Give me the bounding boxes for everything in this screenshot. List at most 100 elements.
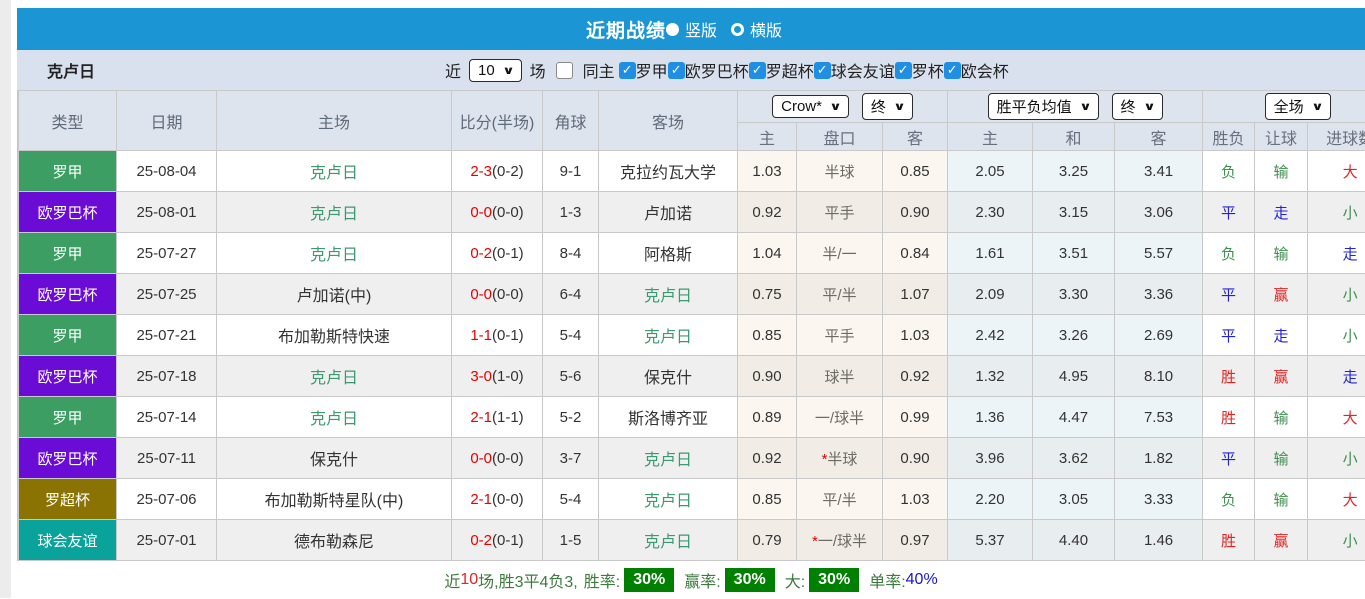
col-header-score: 比分(半场) — [452, 91, 543, 151]
league-badge: 欧罗巴杯 — [19, 192, 117, 233]
ah-home-odds: 0.75 — [738, 274, 797, 315]
scope-select[interactable]: 全场 ∨ — [1265, 93, 1331, 120]
eu-draw-odds: 3.05 — [1033, 479, 1115, 520]
half-time-score: (0-1) — [492, 245, 524, 262]
match-date: 25-07-27 — [117, 233, 217, 274]
result-handicap: 输 — [1255, 233, 1308, 274]
away-team: 克拉约瓦大学 — [599, 151, 738, 192]
table-row: 罗甲25-07-27克卢日0-2(0-1)8-4阿格斯1.04半/一0.841.… — [19, 233, 1365, 274]
home-team[interactable]: 克卢日 — [217, 233, 452, 274]
league-checkbox[interactable]: ✓ — [895, 62, 912, 79]
ah-away-odds: 0.85 — [883, 151, 948, 192]
eu-draw-odds: 3.15 — [1033, 192, 1115, 233]
table-row: 欧罗巴杯25-07-25卢加诺(中)0-0(0-0)6-4克卢日0.75平/半1… — [19, 274, 1365, 315]
result-goals: 大 — [1308, 397, 1365, 438]
eu-draw-odds: 3.30 — [1033, 274, 1115, 315]
handicap-stage-select[interactable]: 终 ∨ — [862, 93, 913, 120]
away-team[interactable]: 克卢日 — [599, 274, 738, 315]
away-team[interactable]: 克卢日 — [599, 479, 738, 520]
ah-line: 球半 — [797, 356, 883, 397]
home-team[interactable]: 克卢日 — [217, 192, 452, 233]
european-stage-select[interactable]: 终 ∨ — [1112, 93, 1163, 120]
home-team: 德布勒森尼 — [217, 520, 452, 561]
handicap-rate-badge: 30% — [725, 568, 775, 592]
match-date: 25-08-01 — [117, 192, 217, 233]
match-count-select[interactable]: 10 ∨ — [469, 59, 522, 82]
same-home-checkbox[interactable] — [556, 62, 573, 79]
chevron-down-icon: ∨ — [1143, 100, 1156, 113]
away-team[interactable]: 克卢日 — [599, 520, 738, 561]
half-time-score: (0-1) — [492, 327, 524, 344]
subcol-handicap-result: 让球 — [1255, 123, 1308, 151]
vertical-layout-radio[interactable] — [666, 23, 679, 36]
corners: 1-3 — [543, 192, 599, 233]
horizontal-layout-label[interactable]: 横版 — [750, 17, 782, 41]
ah-home-odds: 0.90 — [738, 356, 797, 397]
ah-home-odds: 1.03 — [738, 151, 797, 192]
ah-line: 半球 — [797, 151, 883, 192]
recent-results-panel: 近期战绩 竖版 横版 克卢日 近 10 ∨ 场 同主 ✓罗甲✓欧罗巴杯✓罗超杯✓… — [17, 8, 1365, 599]
home-team[interactable]: 克卢日 — [217, 151, 452, 192]
league-badge: 罗甲 — [19, 233, 117, 274]
ah-away-odds: 1.07 — [883, 274, 948, 315]
scope-value: 全场 — [1274, 96, 1304, 117]
league-filter-label: 罗超杯 — [766, 58, 814, 82]
result-goals: 走 — [1308, 356, 1365, 397]
score: 0-0(0-0) — [452, 192, 543, 233]
league-checkbox[interactable]: ✓ — [749, 62, 766, 79]
league-badge: 球会友谊 — [19, 520, 117, 561]
away-team[interactable]: 克卢日 — [599, 315, 738, 356]
ah-line: 一/球半 — [797, 397, 883, 438]
full-time-score: 0-2 — [470, 532, 492, 549]
match-count-value: 10 — [478, 62, 495, 79]
odds-company-value: Crow* — [781, 98, 822, 115]
table-row: 欧罗巴杯25-07-18克卢日3-0(1-0)5-6保克什0.90球半0.921… — [19, 356, 1365, 397]
ah-line: 半/一 — [797, 233, 883, 274]
horizontal-layout-radio[interactable] — [731, 23, 744, 36]
summary-bar: 近10场,胜3平4负3, 胜率: 30% 赢率: 30% 大: 30% 单率: … — [17, 561, 1365, 599]
result-handicap: 赢 — [1255, 520, 1308, 561]
chevron-down-icon: ∨ — [502, 64, 515, 77]
league-checkbox[interactable]: ✓ — [944, 62, 961, 79]
subcol-eu-draw: 和 — [1033, 123, 1115, 151]
away-team[interactable]: 克卢日 — [599, 438, 738, 479]
match-date: 25-07-18 — [117, 356, 217, 397]
ah-away-odds: 0.84 — [883, 233, 948, 274]
results-table: 类型 日期 主场 比分(半场) 角球 客场 Crow* ∨ 终 — [18, 90, 1365, 561]
home-team: 保克什 — [217, 438, 452, 479]
half-time-score: (1-0) — [492, 368, 524, 385]
odds-company-select[interactable]: Crow* ∨ — [772, 95, 849, 118]
full-time-score: 0-0 — [470, 286, 492, 303]
handicap-group-header: Crow* ∨ 终 ∨ — [738, 91, 948, 123]
near-label: 近 — [445, 58, 461, 82]
ah-line: 平/半 — [797, 274, 883, 315]
results-body: 罗甲25-08-04克卢日2-3(0-2)9-1克拉约瓦大学1.03半球0.85… — [19, 151, 1365, 561]
col-header-date: 日期 — [117, 91, 217, 151]
ah-home-odds: 1.04 — [738, 233, 797, 274]
subcol-eu-home: 主 — [948, 123, 1033, 151]
col-header-home: 主场 — [217, 91, 452, 151]
big-rate-badge: 30% — [809, 568, 859, 592]
table-row: 罗甲25-07-14克卢日2-1(1-1)5-2斯洛博齐亚0.89一/球半0.9… — [19, 397, 1365, 438]
eu-home-odds: 2.05 — [948, 151, 1033, 192]
league-filter-label: 球会友谊 — [831, 58, 895, 82]
ah-away-odds: 0.90 — [883, 438, 948, 479]
summary-record: 场,胜3平4负3, — [478, 568, 578, 592]
home-team[interactable]: 克卢日 — [217, 356, 452, 397]
european-stage-value: 终 — [1121, 96, 1136, 117]
ah-home-odds: 0.92 — [738, 192, 797, 233]
page-left-gutter — [0, 0, 11, 598]
avg-odds-select[interactable]: 胜平负均值 ∨ — [988, 93, 1099, 120]
half-time-score: (0-0) — [492, 204, 524, 221]
home-team[interactable]: 克卢日 — [217, 397, 452, 438]
full-time-score: 2-1 — [470, 409, 492, 426]
away-team: 卢加诺 — [599, 192, 738, 233]
vertical-layout-label[interactable]: 竖版 — [685, 17, 717, 41]
table-row: 罗超杯25-07-06布加勒斯特星队(中)2-1(0-0)5-4克卢日0.85平… — [19, 479, 1365, 520]
league-checkbox[interactable]: ✓ — [619, 62, 636, 79]
league-checkbox[interactable]: ✓ — [814, 62, 831, 79]
result-wdl: 平 — [1203, 438, 1255, 479]
league-checkbox[interactable]: ✓ — [668, 62, 685, 79]
chevron-down-icon: ∨ — [893, 100, 906, 113]
col-header-corners: 角球 — [543, 91, 599, 151]
